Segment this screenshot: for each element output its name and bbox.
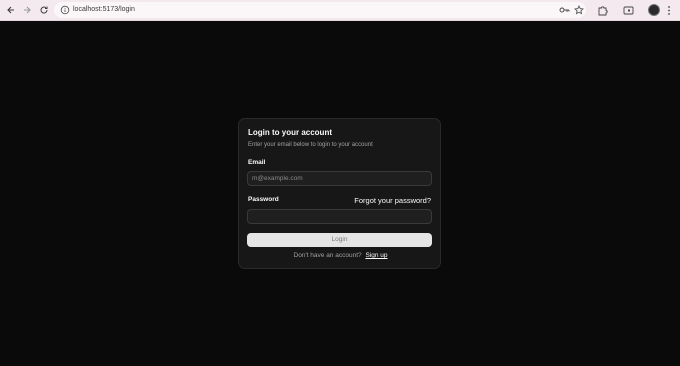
card-description: Enter your email below to login to your … [248,142,373,148]
signup-prompt: Don't have an account? [293,252,362,259]
login-button[interactable]: Login [247,233,432,247]
forgot-password-link[interactable]: Forgot your password? [354,196,431,205]
star-icon[interactable] [574,5,584,15]
card-title: Login to your account [248,128,332,137]
password-key-icon[interactable] [559,5,570,15]
signup-row: Don't have an account? Sign up [239,252,442,260]
email-field[interactable] [247,171,432,186]
password-label: Password [248,196,279,203]
tab-search-icon[interactable] [623,5,634,16]
url-text[interactable]: localhost:5173/login [73,4,135,16]
browser-toolbar: localhost:5173/login [0,0,680,21]
profile-avatar[interactable] [648,4,660,16]
password-field[interactable] [247,209,432,224]
extensions-icon[interactable] [597,5,608,16]
email-label: Email [248,159,266,166]
login-card: Login to your account Enter your email b… [238,118,441,269]
back-arrow-icon[interactable] [5,4,17,16]
address-bar[interactable]: localhost:5173/login [54,2,586,18]
site-info-icon[interactable] [60,5,70,15]
forward-arrow-icon[interactable] [21,4,33,16]
menu-dots-icon[interactable] [666,5,672,16]
signup-link[interactable]: Sign up [365,252,387,259]
reload-icon[interactable] [38,4,50,16]
